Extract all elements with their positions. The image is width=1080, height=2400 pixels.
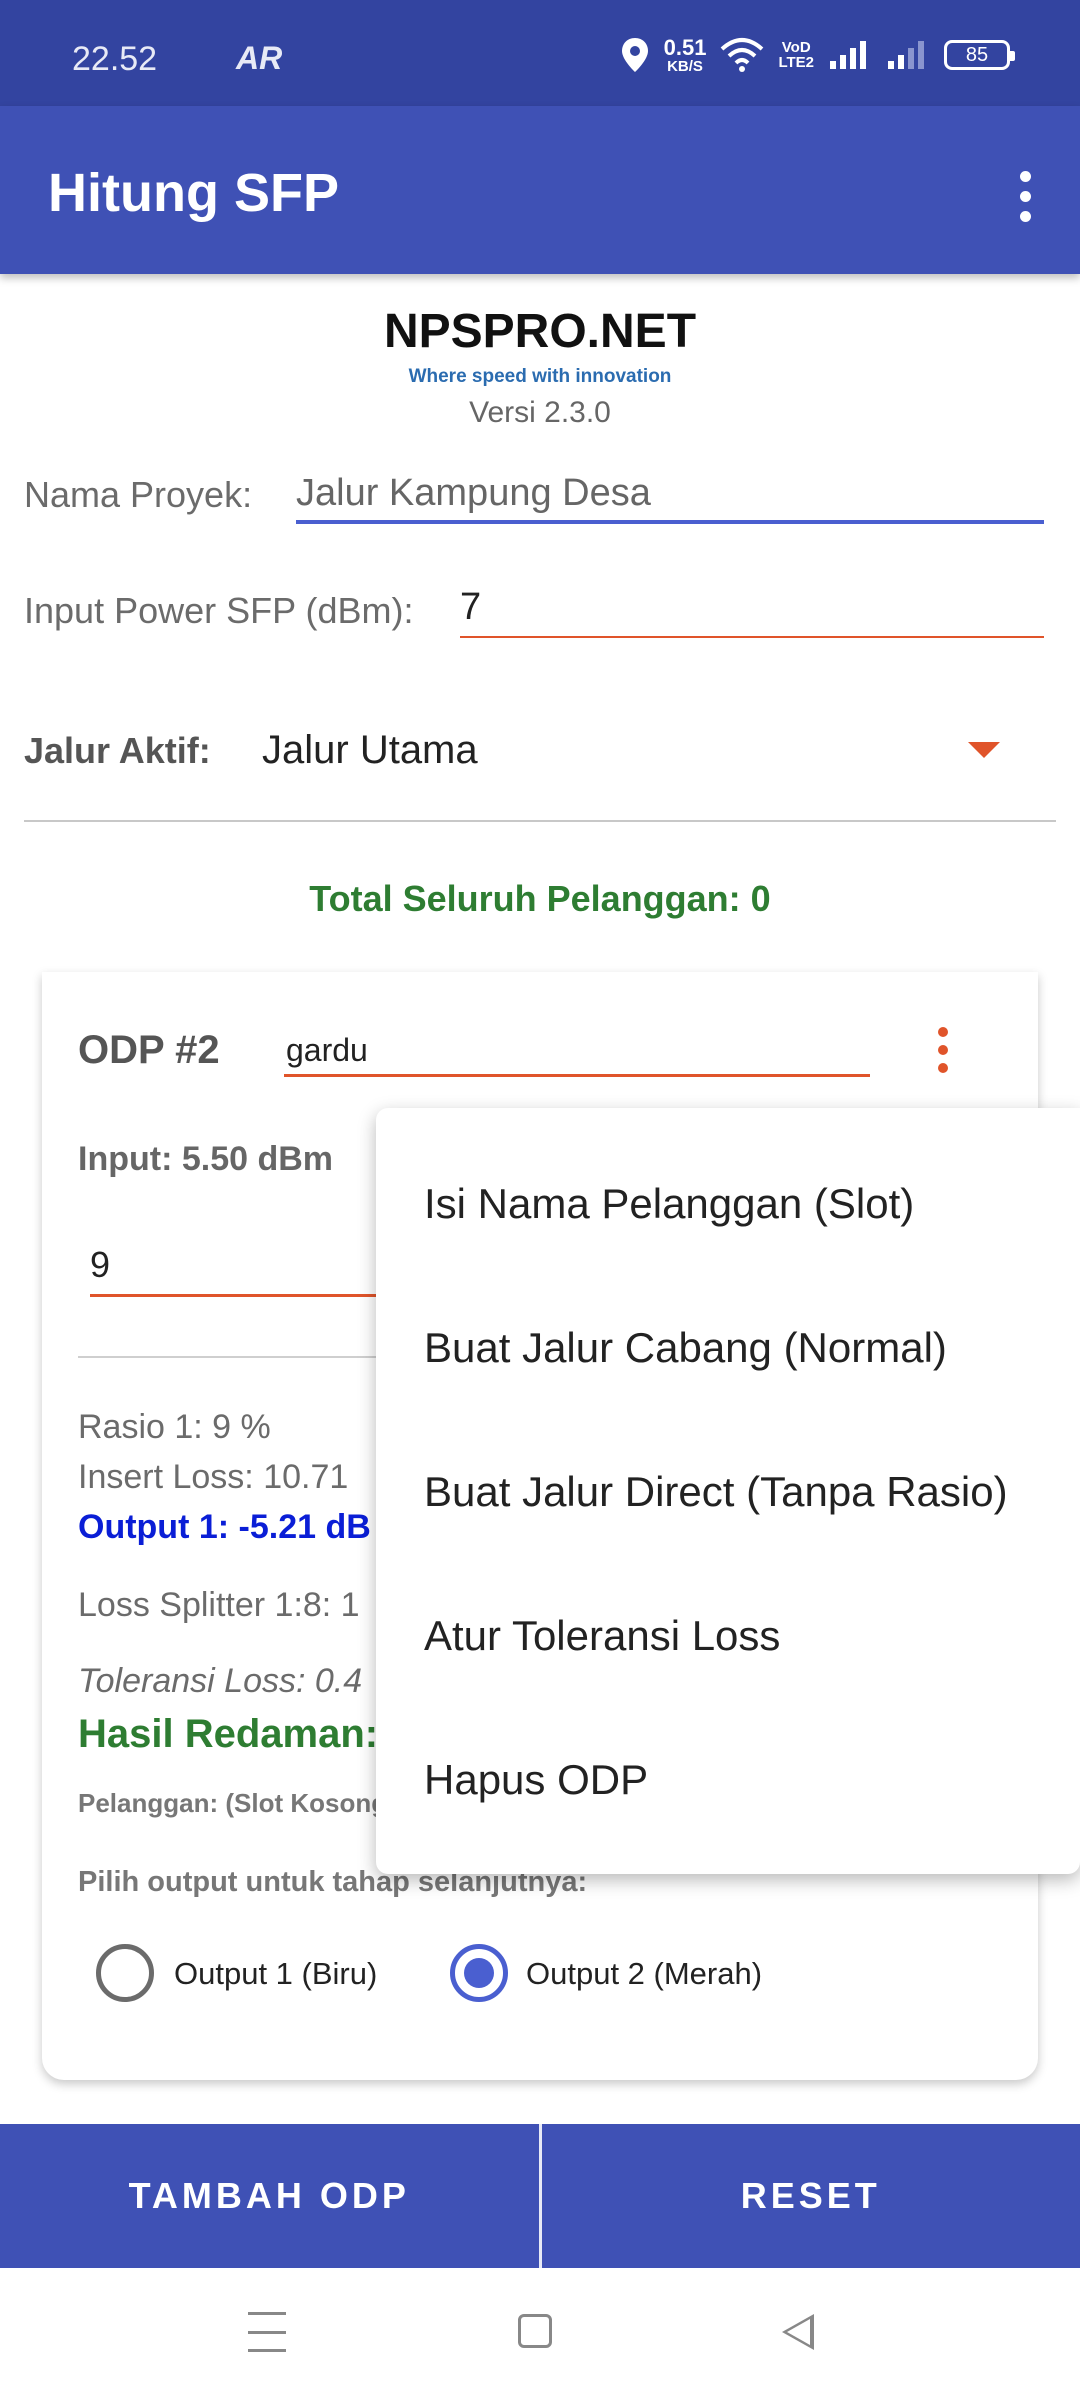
wifi-icon xyxy=(721,38,764,72)
customers-text: Pelanggan: (Slot Kosong xyxy=(78,1788,388,1818)
radio-output-2-label[interactable]: Output 2 (Merah) xyxy=(526,1956,762,1992)
status-time: 22.52 xyxy=(72,40,158,78)
radio-output-1-label[interactable]: Output 1 (Biru) xyxy=(174,1956,377,1992)
ratio-text: Rasio 1: 9 % xyxy=(78,1408,271,1446)
home-icon[interactable] xyxy=(518,2314,552,2348)
location-icon xyxy=(621,38,648,72)
odp-title: ODP #2 xyxy=(78,1028,220,1072)
active-path-select[interactable]: Jalur Utama xyxy=(262,728,478,773)
result-text: Hasil Redaman: xyxy=(78,1712,379,1756)
reset-button[interactable]: RESET xyxy=(542,2124,1080,2268)
back-icon[interactable] xyxy=(782,2314,814,2350)
brand-name: NPSPRO.NET xyxy=(383,305,697,358)
card-divider xyxy=(78,1356,398,1358)
insert-loss-text: Insert Loss: 10.71 xyxy=(78,1458,349,1496)
menu-item-direct-path[interactable]: Buat Jalur Direct (Tanpa Rasio) xyxy=(424,1468,1008,1516)
output1-text: Output 1: -5.21 dB xyxy=(78,1508,371,1546)
app-title: Hitung SFP xyxy=(48,163,339,223)
signal-icon-2 xyxy=(888,41,924,69)
status-bar: 22.52 AR 0.51 KB/S VoD LTE2 85 xyxy=(0,0,1080,106)
status-icons: 0.51 KB/S VoD LTE2 85 xyxy=(620,30,1015,80)
menu-item-fill-customer[interactable]: Isi Nama Pelanggan (Slot) xyxy=(424,1180,914,1228)
add-odp-button[interactable]: TAMBAH ODP xyxy=(0,2124,539,2268)
sfp-label: Input Power SFP (dBm): xyxy=(24,590,414,631)
dropdown-arrow-icon[interactable] xyxy=(968,742,1000,758)
recent-apps-icon[interactable] xyxy=(248,2312,286,2352)
odp-more-icon[interactable] xyxy=(926,1018,960,1082)
app-bar: Hitung SFP xyxy=(0,106,1080,274)
volte-icon: VoD LTE2 xyxy=(778,39,814,71)
odp-name-underline xyxy=(284,1074,870,1077)
bottom-action-bar: TAMBAH ODP RESET xyxy=(0,2124,1080,2268)
system-nav-bar xyxy=(0,2268,1080,2400)
total-customers: Total Seluruh Pelanggan: 0 xyxy=(309,878,771,919)
radio-output-2[interactable] xyxy=(450,1944,508,2002)
brand-tagline: Where speed with innovation xyxy=(408,366,672,387)
project-label: Nama Proyek: xyxy=(24,474,253,515)
battery-icon: 85 xyxy=(944,40,1015,70)
signal-icon xyxy=(830,41,866,69)
menu-item-loss-tolerance[interactable]: Atur Toleransi Loss xyxy=(424,1612,780,1660)
odp-input-power: Input: 5.50 dBm xyxy=(78,1140,334,1178)
sfp-power-input[interactable]: 7 xyxy=(460,586,481,629)
project-name-input[interactable]: Jalur Kampung Desa xyxy=(296,472,651,515)
active-path-divider xyxy=(24,820,1056,822)
odp-name-input[interactable]: gardu xyxy=(286,1032,368,1069)
menu-item-branch-path[interactable]: Buat Jalur Cabang (Normal) xyxy=(424,1324,947,1372)
active-path-label: Jalur Aktif: xyxy=(24,730,211,771)
ratio-input-underline xyxy=(90,1294,390,1297)
overflow-menu-icon[interactable] xyxy=(990,156,1060,236)
radio-output-1[interactable] xyxy=(96,1944,154,2002)
sfp-input-underline xyxy=(460,636,1044,638)
project-input-underline xyxy=(296,520,1044,524)
menu-item-delete-odp[interactable]: Hapus ODP xyxy=(424,1756,648,1804)
ratio-input[interactable]: 9 xyxy=(90,1244,110,1286)
tolerance-text: Toleransi Loss: 0.4 xyxy=(78,1662,363,1700)
app-version: Versi 2.3.0 xyxy=(469,396,611,429)
odp-options-menu: Isi Nama Pelanggan (Slot) Buat Jalur Cab… xyxy=(376,1108,1080,1874)
ar-icon: AR xyxy=(236,40,283,76)
splitter-loss-text: Loss Splitter 1:8: 1 xyxy=(78,1586,360,1624)
net-speed: 0.51 KB/S xyxy=(663,34,707,75)
